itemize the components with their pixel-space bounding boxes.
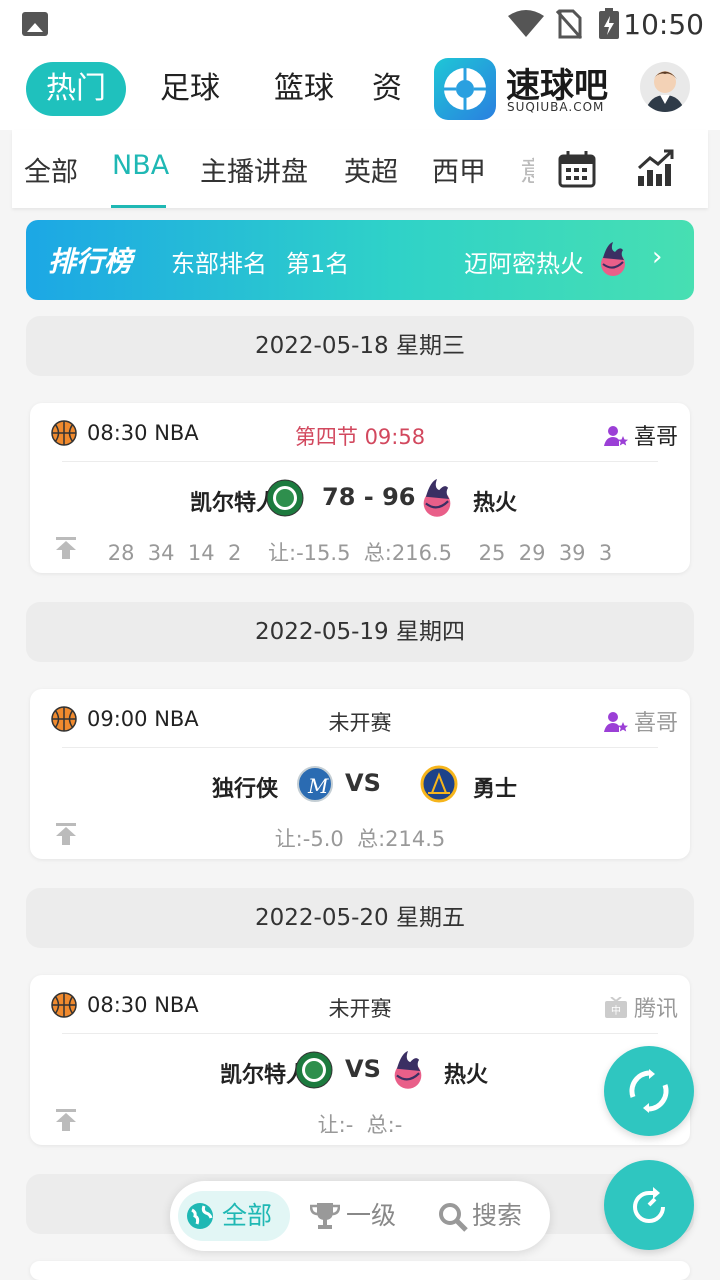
subtab-anchor-analysis[interactable]: 主播讲盘 bbox=[200, 150, 308, 189]
subtab-all[interactable]: 全部 bbox=[24, 150, 78, 189]
app-logo-icon[interactable] bbox=[434, 58, 496, 120]
match-stats: 28 34 14 2 让:-15.5 总:216.5 25 29 39 3 bbox=[107, 541, 613, 565]
user-star-icon bbox=[603, 426, 628, 446]
away-team: 热火 bbox=[473, 491, 518, 516]
ranking-title: 排行榜 bbox=[48, 245, 133, 278]
status-bar: 10:50 bbox=[0, 0, 720, 50]
ranking-banner[interactable]: 排行榜 东部排名 第1名 迈阿密热火 › bbox=[26, 220, 694, 300]
away-team: 热火 bbox=[444, 1063, 489, 1088]
league-subnav: 全部 NBA 主播讲盘 英超 西甲 意 bbox=[12, 130, 708, 208]
svg-text:M: M bbox=[307, 774, 329, 798]
top-nav: 热门 足球 篮球 资讯 速球吧 SUQIUBA.COM bbox=[0, 50, 720, 130]
battery-charging-icon bbox=[599, 8, 619, 39]
filter-tier1[interactable]: 一级 bbox=[310, 1191, 396, 1241]
celtics-logo-icon bbox=[266, 479, 304, 517]
anchor-name[interactable]: 喜哥 bbox=[603, 419, 678, 451]
subtab-seriea[interactable]: 意 bbox=[520, 150, 534, 189]
mavericks-logo-icon: M bbox=[297, 766, 333, 802]
user-star-icon bbox=[603, 712, 628, 732]
warriors-logo-icon bbox=[420, 765, 458, 803]
active-tab-indicator bbox=[111, 205, 166, 208]
celtics-logo-icon bbox=[295, 1051, 333, 1089]
anchor-name[interactable]: 喜哥 bbox=[603, 705, 678, 737]
divider bbox=[62, 1033, 658, 1034]
tab-basketball[interactable]: 篮球 bbox=[264, 62, 344, 116]
date-header: 2022-05-20 星期五 bbox=[26, 888, 694, 948]
filter-tier1-label: 一级 bbox=[346, 1201, 397, 1230]
filter-search[interactable]: 搜索 bbox=[438, 1191, 522, 1241]
match-stats: 让:-5.0 总:214.5 bbox=[274, 827, 446, 851]
match-status: 未开赛 bbox=[328, 997, 392, 1021]
match-card-partial[interactable] bbox=[30, 1261, 690, 1280]
home-team: 凯尔特人 bbox=[189, 491, 278, 516]
filter-all-label: 全部 bbox=[222, 1201, 273, 1230]
anchor-name[interactable]: 中腾讯 bbox=[604, 991, 678, 1023]
globe-icon bbox=[187, 1203, 213, 1229]
tab-football[interactable]: 足球 bbox=[150, 62, 230, 116]
tab-news[interactable]: 资讯 bbox=[372, 62, 410, 116]
tab-hot[interactable]: 热门 bbox=[26, 62, 126, 116]
match-score: 78 - 96 bbox=[322, 483, 416, 511]
search-icon bbox=[439, 1203, 468, 1232]
refresh-button[interactable] bbox=[604, 1046, 694, 1136]
match-row: 独行侠 M VS 勇士 bbox=[30, 763, 690, 807]
conference-label: 东部排名 bbox=[171, 250, 267, 278]
match-status: 第四节 09:58 bbox=[294, 425, 426, 449]
filter-bar: 全部 一级 搜索 bbox=[170, 1181, 550, 1251]
anchor-label: 喜哥 bbox=[633, 711, 678, 736]
home-team: 独行侠 bbox=[211, 777, 278, 802]
match-card[interactable]: 09:00 NBA 未开赛 喜哥 独行侠 M VS 勇士 让:-5.0 总:21… bbox=[30, 689, 690, 859]
team-name: 迈阿密热火 bbox=[464, 250, 584, 278]
subtab-premier-league[interactable]: 英超 bbox=[344, 150, 398, 189]
clock: 10:50 bbox=[623, 8, 704, 41]
date-header: 2022-05-19 星期四 bbox=[26, 602, 694, 662]
tv-icon: 中 bbox=[604, 997, 627, 1018]
wifi-icon bbox=[508, 10, 544, 37]
filter-all[interactable]: 全部 bbox=[178, 1191, 290, 1241]
refresh-icon bbox=[629, 1069, 669, 1113]
match-score: VS bbox=[345, 1055, 381, 1083]
match-row: 凯尔特人 VS 热火 bbox=[30, 1049, 690, 1093]
subtab-nba[interactable]: NBA bbox=[112, 150, 169, 181]
anchor-label: 腾讯 bbox=[633, 997, 678, 1022]
divider bbox=[62, 461, 658, 462]
svg-text:中: 中 bbox=[611, 1004, 621, 1017]
image-notification-icon bbox=[22, 12, 48, 36]
reload-button[interactable] bbox=[604, 1160, 694, 1250]
rotate-icon bbox=[633, 1187, 665, 1223]
away-team: 勇士 bbox=[473, 777, 518, 802]
heat-logo-icon bbox=[601, 242, 625, 276]
logo-sub: SUQIUBA.COM bbox=[507, 100, 605, 114]
no-sim-icon bbox=[556, 9, 582, 39]
match-stats: 让:- 总:- bbox=[317, 1113, 403, 1137]
divider bbox=[62, 747, 658, 748]
filter-search-label: 搜索 bbox=[472, 1201, 523, 1230]
heat-logo-icon bbox=[423, 479, 451, 517]
date-header: 2022-05-18 星期三 bbox=[26, 316, 694, 376]
rank-label: 第1名 bbox=[286, 250, 350, 278]
heat-logo-icon bbox=[394, 1051, 422, 1089]
match-card[interactable]: 08:30 NBA 第四节 09:58 喜哥 凯尔特人 78 - 96 热火 2… bbox=[30, 403, 690, 573]
match-row: 凯尔特人 78 - 96 热火 bbox=[30, 477, 690, 521]
match-score: VS bbox=[345, 769, 381, 797]
anchor-label: 喜哥 bbox=[633, 425, 678, 450]
subtab-laliga[interactable]: 西甲 bbox=[432, 150, 486, 189]
trend-chart-icon[interactable] bbox=[636, 148, 674, 188]
match-card[interactable]: 08:30 NBA 未开赛 中腾讯 凯尔特人 VS 热火 让:- 总:- bbox=[30, 975, 690, 1145]
trophy-icon bbox=[310, 1203, 340, 1229]
chevron-right-icon: › bbox=[652, 242, 663, 272]
user-avatar[interactable] bbox=[640, 62, 690, 112]
calendar-icon[interactable] bbox=[558, 150, 596, 188]
match-status: 未开赛 bbox=[328, 711, 392, 735]
